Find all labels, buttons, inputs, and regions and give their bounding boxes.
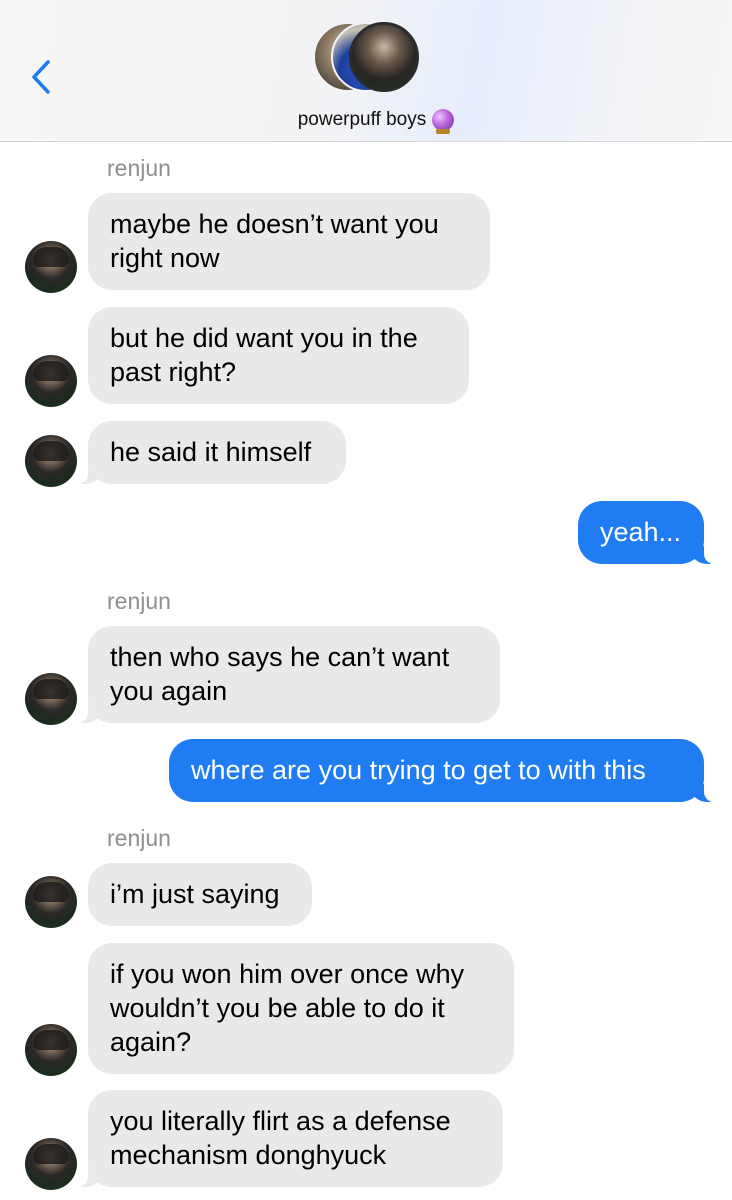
received-message-bubble[interactable]: but he did want you in the past right?: [88, 307, 469, 404]
message-line: you literally flirt as a defense: [110, 1106, 451, 1136]
received-message-bubble[interactable]: i’m just saying: [88, 863, 312, 926]
sender-avatar[interactable]: [25, 241, 77, 293]
sender-avatar[interactable]: [25, 1024, 77, 1076]
crystal-ball-icon: [432, 109, 455, 134]
message-line: where are you trying to get to with this: [191, 755, 646, 785]
sender-avatar[interactable]: [25, 435, 77, 487]
group-name: powerpuff boys: [297, 109, 427, 130]
sender-avatar[interactable]: [25, 673, 77, 725]
sender-name: renjun: [107, 155, 171, 181]
chevron-left-icon: [32, 60, 50, 94]
sender-name: renjun: [107, 588, 171, 614]
message-line: i’m just saying: [110, 879, 280, 909]
group-member-avatar: [349, 22, 419, 92]
sent-message-bubble[interactable]: yeah...: [578, 501, 714, 564]
message-line: past right?: [110, 357, 237, 387]
received-message-bubble[interactable]: maybe he doesn’t want you right now: [88, 193, 490, 290]
message-line: mechanism donghyuck: [110, 1140, 387, 1170]
message-line: then who says he can’t want: [110, 642, 450, 672]
sender-avatar[interactable]: [25, 1138, 77, 1190]
received-message-bubble[interactable]: you literally flirt as a defense mechani…: [78, 1090, 503, 1187]
message-line: again?: [110, 1027, 192, 1057]
sender-avatar[interactable]: [25, 355, 77, 407]
back-button[interactable]: [26, 56, 58, 98]
message-line: but he did want you in the: [110, 323, 418, 353]
group-title[interactable]: powerpuff boys: [0, 107, 732, 134]
sender-avatar[interactable]: [25, 876, 77, 928]
sent-message-bubble[interactable]: where are you trying to get to with this: [169, 739, 714, 802]
received-message-bubble[interactable]: then who says he can’t want you again: [78, 626, 500, 723]
group-avatar-stack[interactable]: [313, 22, 421, 96]
message-line: yeah...: [600, 517, 682, 547]
message-line: if you won him over once why: [110, 959, 465, 989]
chat-header: powerpuff boys: [0, 0, 732, 142]
message-line: he said it himself: [110, 437, 312, 467]
message-line: right now: [110, 243, 220, 273]
received-message-bubble[interactable]: he said it himself: [78, 421, 346, 484]
message-line: you again: [110, 676, 228, 706]
message-line: maybe he doesn’t want you: [110, 209, 439, 239]
sender-name: renjun: [107, 825, 171, 851]
message-line: wouldn’t you be able to do it: [110, 993, 445, 1023]
received-message-bubble[interactable]: if you won him over once why wouldn’t yo…: [88, 943, 514, 1074]
